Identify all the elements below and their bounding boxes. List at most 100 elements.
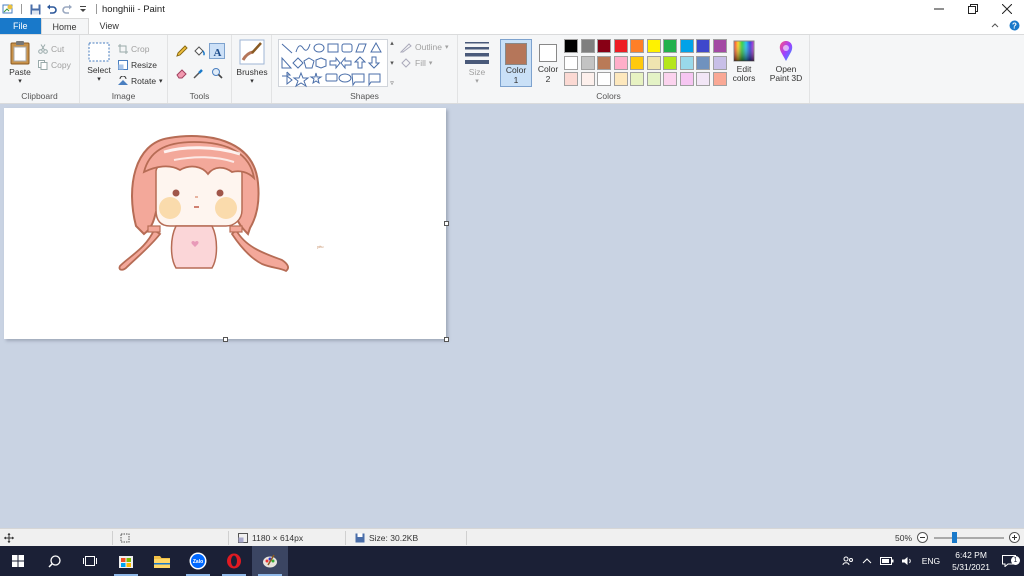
palette-swatch[interactable] [696,72,710,86]
shapes-gallery-icons [281,41,382,88]
palette-swatch[interactable] [597,55,611,70]
palette-swatch[interactable] [613,72,628,86]
task-view-button[interactable] [72,546,108,576]
edit-colors-button[interactable]: Edit colors [730,39,758,83]
rotate-dropdown-icon[interactable]: ▾ [159,77,163,85]
select-button[interactable]: Select ▾ [84,41,114,83]
palette-swatch[interactable] [564,72,578,86]
palette-swatch[interactable] [564,55,578,70]
undo-icon[interactable] [45,3,57,15]
text-tool-icon[interactable]: A [209,43,225,59]
cut-button[interactable]: Cut [38,41,64,57]
palette-swatch[interactable] [696,39,710,53]
start-button[interactable] [0,546,36,576]
show-hidden-icons[interactable] [858,557,876,565]
palette-swatch[interactable] [712,72,727,86]
select-dropdown-icon[interactable]: ▾ [84,75,114,83]
palette-swatch[interactable] [646,72,661,86]
shapes-scroll-up-icon[interactable]: ▴ [390,39,394,47]
palette-swatch[interactable] [679,39,694,53]
palette-swatch[interactable] [646,39,661,53]
notification-button[interactable]: 1 [998,555,1024,567]
resize-handle-right[interactable] [444,221,449,226]
tab-home[interactable]: Home [40,18,89,34]
taskbar-paint[interactable] [252,546,288,576]
zalo-icon: Zalo [189,552,207,570]
taskbar-file-explorer[interactable] [144,546,180,576]
zoom-in-button[interactable] [1009,529,1020,546]
pencil-icon[interactable] [176,45,188,59]
close-icon[interactable] [990,0,1024,18]
tab-file[interactable]: File [0,18,41,34]
palette-swatch[interactable] [630,39,644,53]
paste-dropdown-icon[interactable]: ▾ [6,77,34,85]
palette-swatch[interactable] [696,55,710,70]
fill-bucket-icon[interactable] [193,45,205,59]
palette-swatch[interactable] [580,39,595,53]
paste-button[interactable]: Paste ▾ [6,39,34,85]
rotate-button[interactable]: Rotate ▾ [118,73,163,89]
palette-swatch[interactable] [663,39,677,53]
color-picker-icon[interactable] [193,67,205,81]
edit-colors-icon [733,40,755,62]
customize-qat-icon[interactable] [77,3,89,15]
search-button[interactable] [36,546,72,576]
drawing-canvas[interactable]: yêu [4,108,449,342]
palette-swatch[interactable] [646,55,661,70]
eraser-icon[interactable] [176,67,188,81]
language-indicator[interactable]: ENG [918,556,944,566]
zoom-in-icon [1009,532,1020,543]
help-icon[interactable]: ? [1009,20,1020,33]
taskbar-zalo[interactable]: Zalo [180,546,216,576]
paint-app-icon[interactable] [2,3,14,15]
canvas-workspace[interactable]: yêu [0,104,1024,528]
resize-handle-corner[interactable] [444,337,449,342]
volume-icon[interactable] [898,556,918,566]
resize-button[interactable]: Resize [118,57,157,73]
magnifier-icon[interactable] [211,67,223,81]
copy-button[interactable]: Copy [38,57,71,73]
palette-swatch[interactable] [630,72,644,86]
palette-swatch[interactable] [597,72,611,86]
save-icon[interactable] [29,3,41,15]
paste-icon [10,41,30,65]
brushes-dropdown-icon[interactable]: ▾ [236,77,268,85]
zoom-slider-thumb[interactable] [952,532,957,543]
palette-swatch[interactable] [679,72,694,86]
shapes-gallery[interactable] [278,39,388,88]
people-icon[interactable] [838,555,858,567]
minimize-icon[interactable] [922,0,956,18]
palette-swatch[interactable] [663,72,677,86]
zoom-slider[interactable] [934,532,1004,543]
shapes-scroll-down-icon[interactable]: ▾ [390,59,394,67]
brushes-button[interactable]: Brushes ▾ [236,39,268,85]
taskbar-opera[interactable] [216,546,252,576]
palette-swatch[interactable] [564,39,578,53]
palette-swatch[interactable] [613,39,628,53]
crop-button[interactable]: Crop [118,41,149,57]
taskbar-app-store[interactable] [108,546,144,576]
open-paint3d-button[interactable]: Open Paint 3D [766,39,806,83]
zoom-out-button[interactable] [917,529,928,546]
palette-swatch[interactable] [712,55,727,70]
palette-swatch[interactable] [580,72,595,86]
palette-swatch[interactable] [712,39,727,53]
outline-button[interactable]: Outline ▾ [400,39,448,55]
tab-view[interactable]: View [89,18,130,34]
shapes-scroll[interactable]: ▴ ▾ ▿ [388,39,396,87]
shapes-more-icon[interactable]: ▿ [390,79,394,87]
palette-swatch[interactable] [679,55,694,70]
palette-swatch[interactable] [580,55,595,70]
battery-icon[interactable] [876,556,898,566]
palette-swatch[interactable] [597,39,611,53]
clock[interactable]: 6:42 PM 5/31/2021 [944,549,998,573]
fill-button[interactable]: Fill ▾ [400,55,432,71]
palette-swatch[interactable] [663,55,677,70]
redo-icon[interactable] [61,3,73,15]
palette-swatch[interactable] [630,55,644,70]
palette-swatch[interactable] [613,55,628,70]
minimize-ribbon-icon[interactable] [991,21,999,31]
restore-icon[interactable] [956,0,990,18]
brush-icon [239,39,265,65]
resize-handle-bottom[interactable] [223,337,228,342]
